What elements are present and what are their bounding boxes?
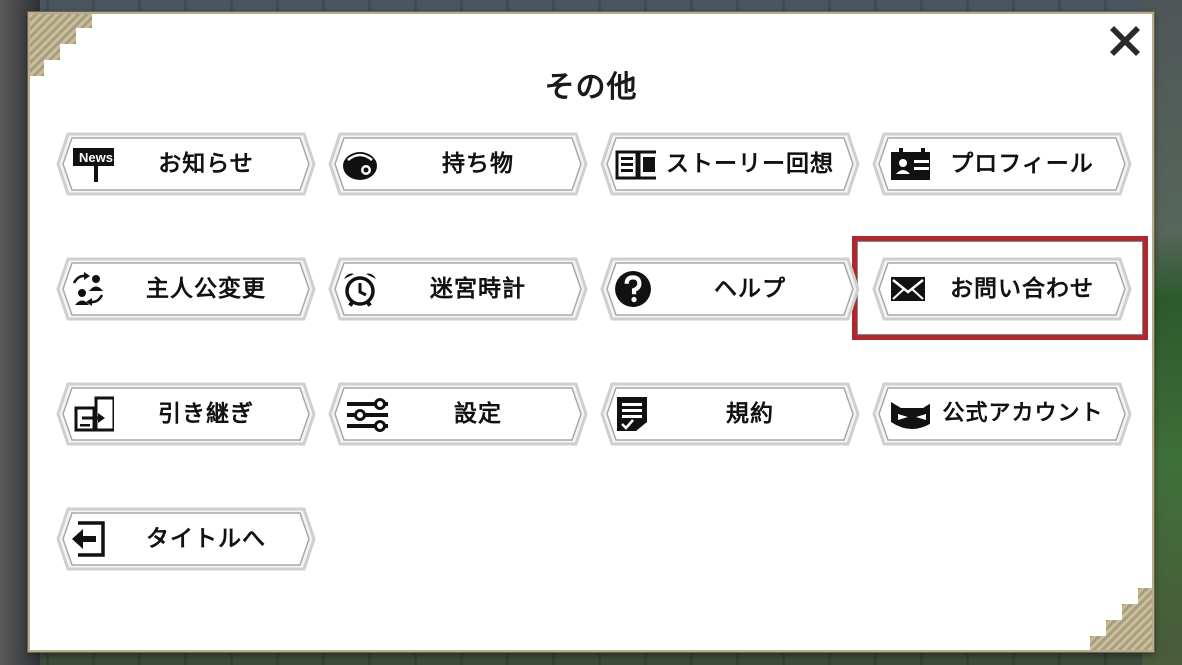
menu-button-items[interactable]: 持ち物 <box>328 132 588 196</box>
menu-label: ヘルプ <box>714 276 786 302</box>
news-icon: News <box>73 148 114 182</box>
menu-button-profile[interactable]: プロフィール <box>872 132 1132 196</box>
book-icon <box>615 150 656 180</box>
swap-character-icon <box>72 272 104 306</box>
alarm-clock-icon <box>344 273 376 307</box>
menu-label: プロフィール <box>950 151 1094 177</box>
bag-icon <box>343 152 377 180</box>
menu-label: お知らせ <box>158 151 254 177</box>
official-account-icon <box>891 402 930 429</box>
settings-sliders-icon <box>347 398 388 432</box>
dialog-title: その他 <box>544 70 638 105</box>
menu-label: 持ち物 <box>442 151 514 177</box>
question-icon <box>615 271 651 307</box>
menu-label: 公式アカウント <box>942 401 1104 426</box>
menu-button-help[interactable]: ヘルプ <box>600 257 860 321</box>
menu-button-transfer[interactable]: 引き継ぎ <box>56 382 316 446</box>
svg-text:News: News <box>79 150 113 165</box>
document-icon <box>617 397 647 431</box>
menu-button-news[interactable]: News お知らせ <box>56 132 316 196</box>
menu-button-change-hero[interactable]: 主人公変更 <box>56 257 316 321</box>
menu-label: 設定 <box>454 401 502 427</box>
menu-label: タイトルへ <box>146 526 266 552</box>
menu-button-settings[interactable]: 設定 <box>328 382 588 446</box>
menu-label: 引き継ぎ <box>158 401 254 427</box>
menu-button-contact[interactable]: お問い合わせ <box>872 257 1132 321</box>
menu-button-labyrinth-clock[interactable]: 迷宮時計 <box>328 257 588 321</box>
menu-button-story[interactable]: ストーリー回想 <box>600 132 860 196</box>
menu-button-terms[interactable]: 規約 <box>600 382 860 446</box>
other-menu-dialog: その他 News お知らせ 持ち物 ストーリー回想 プロフィール 主人公変更 迷… <box>28 12 1154 652</box>
menu-label: ストーリー回想 <box>666 151 834 177</box>
menu-label: 迷宮時計 <box>430 276 526 302</box>
id-card-icon <box>891 148 930 180</box>
transfer-icon <box>74 396 114 432</box>
exit-icon <box>72 521 105 557</box>
menu-label: 主人公変更 <box>146 276 266 302</box>
close-icon[interactable] <box>1108 24 1142 58</box>
menu-button-to-title[interactable]: タイトルへ <box>56 507 316 571</box>
corner-ornament-bottom-right <box>1090 588 1152 650</box>
menu-label: お問い合わせ <box>950 276 1094 302</box>
menu-button-official-account[interactable]: 公式アカウント <box>872 382 1132 446</box>
mail-icon <box>891 277 925 301</box>
menu-label: 規約 <box>726 401 774 427</box>
